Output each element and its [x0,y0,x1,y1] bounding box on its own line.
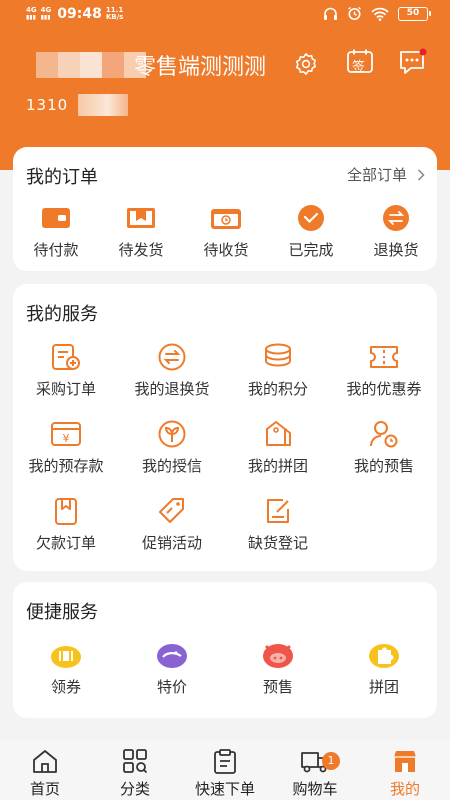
service-returns[interactable]: 我的退换货 [119,342,225,399]
cart-count-badge: 1 [322,752,340,770]
wallet-icon [42,208,70,228]
settings-icon[interactable] [293,51,319,77]
phone-number-blurred [78,94,128,116]
nav-label: 分类 [119,780,150,798]
presale-pig-icon [263,644,293,668]
service-deposit[interactable]: ¥ 我的预存款 [13,419,119,476]
home-icon [33,750,57,773]
quick-item-label: 特价 [156,678,187,696]
all-orders-link[interactable]: 全部订单 [347,164,425,185]
check-circle-icon [298,205,324,231]
order-returns[interactable]: 退换货 [343,203,449,260]
promotion-icon [159,498,184,523]
orders-card: 我的订单 全部订单 待付款 待发货 待收货 已完成 退换货 [13,147,437,271]
message-icon[interactable] [398,48,427,74]
quick-item-label: 预售 [262,678,293,696]
service-item-label: 欠款订单 [35,534,96,552]
service-promotions[interactable]: 促销活动 [119,496,225,553]
presale-icon [370,421,398,448]
return-exchange-icon [158,343,186,371]
credit-icon [158,420,186,448]
services-card: 我的服务 采购订单 我的退换货 我的积分 我的优惠券 ¥ 我的预存款 我的授信 … [13,284,437,571]
service-points[interactable]: 我的积分 [225,342,331,399]
services-title: 我的服务 [26,304,98,325]
get-coupon-icon [51,646,81,668]
debt-order-icon [55,498,77,525]
nav-cart[interactable]: 购物车 [270,748,360,799]
service-presale[interactable]: 我的预售 [331,419,437,476]
service-item-label: 我的预售 [353,457,414,475]
sign-in-label: 签 [352,60,366,75]
service-item-label: 促销活动 [141,534,202,552]
nav-home[interactable]: 首页 [0,748,90,799]
quick-group-buy[interactable]: 拼团 [331,640,437,697]
purchase-order-icon [52,344,80,370]
wifi-icon [371,7,389,21]
service-item-label: 我的预存款 [28,457,104,475]
shop-name: 零售端测测测 [134,54,267,79]
service-purchase-orders[interactable]: 采购订单 [13,342,119,399]
network-indicator-2: 4G ▮▮▮ [40,6,52,21]
sign-in-icon[interactable]: 签 [346,48,374,75]
quick-presale[interactable]: 预售 [225,640,331,697]
nav-label: 购物车 [292,780,338,798]
special-price-icon [157,644,187,668]
nav-mine[interactable]: 我的 [360,748,450,799]
service-coupons[interactable]: 我的优惠券 [331,342,437,399]
profile-header: 4G ▮▮▮ 4G ▮▮▮ 09:48 11.1 KB/s 50 零售端测测测 [0,0,450,170]
network-indicator: 4G ▮▮▮ [26,6,37,21]
service-item-label: 我的授信 [141,457,202,475]
nav-label: 我的 [389,780,420,798]
service-item-label: 我的优惠券 [346,380,422,398]
service-item-label: 缺货登记 [247,534,308,552]
bottom-nav: 首页 分类 快速下单 购物车 1 我的 [0,740,450,800]
status-bar: 4G ▮▮▮ 4G ▮▮▮ 09:48 11.1 KB/s 50 [0,0,450,28]
service-item-label: 我的积分 [247,380,308,398]
quick-item-label: 领券 [50,678,81,696]
nav-category[interactable]: 分类 [90,748,180,799]
quick-order-icon [214,749,236,774]
status-time: 09:48 [57,6,102,22]
headphones-icon [324,7,337,20]
phone-number: 1310 [26,96,69,114]
network-speed: 11.1 KB/s [105,6,124,21]
quick-services-card: 便捷服务 领券 特价 预售 拼团 [13,582,437,718]
nav-quick-order[interactable]: 快速下单 [180,748,270,799]
service-debt-orders[interactable]: 欠款订单 [13,496,119,553]
alarm-icon [348,6,361,20]
orders-title: 我的订单 [26,167,98,188]
profile-shop-icon [394,751,416,772]
package-icon [127,208,155,228]
service-item-label: 我的退换货 [134,380,210,398]
exchange-icon [383,205,409,231]
all-orders-label: 全部订单 [346,166,407,184]
battery-indicator: 50 [398,6,431,21]
order-item-label: 退换货 [373,241,419,259]
chevron-right-icon [417,168,425,181]
quick-services-title: 便捷服务 [26,602,98,623]
nav-label: 首页 [29,780,60,798]
service-group-buy[interactable]: 我的拼团 [225,419,331,476]
nav-label: 快速下单 [194,780,255,798]
group-buy-icon [266,421,291,446]
quick-item-label: 拼团 [368,678,399,696]
quick-special-price[interactable]: 特价 [119,640,225,697]
delivery-box-icon [211,209,241,229]
category-icon [123,749,148,774]
points-icon [265,343,291,367]
avatar-blurred [36,52,146,78]
quick-get-coupon[interactable]: 领券 [13,640,119,697]
service-credit[interactable]: 我的授信 [119,419,225,476]
service-item-label: 我的拼团 [247,457,308,475]
service-item-label: 采购订单 [35,380,96,398]
svg-text:¥: ¥ [63,432,70,445]
out-of-stock-icon [267,499,289,523]
deposit-icon: ¥ [51,422,81,446]
service-out-of-stock[interactable]: 缺货登记 [225,496,331,553]
coupon-icon [370,346,398,368]
puzzle-icon [369,644,399,668]
